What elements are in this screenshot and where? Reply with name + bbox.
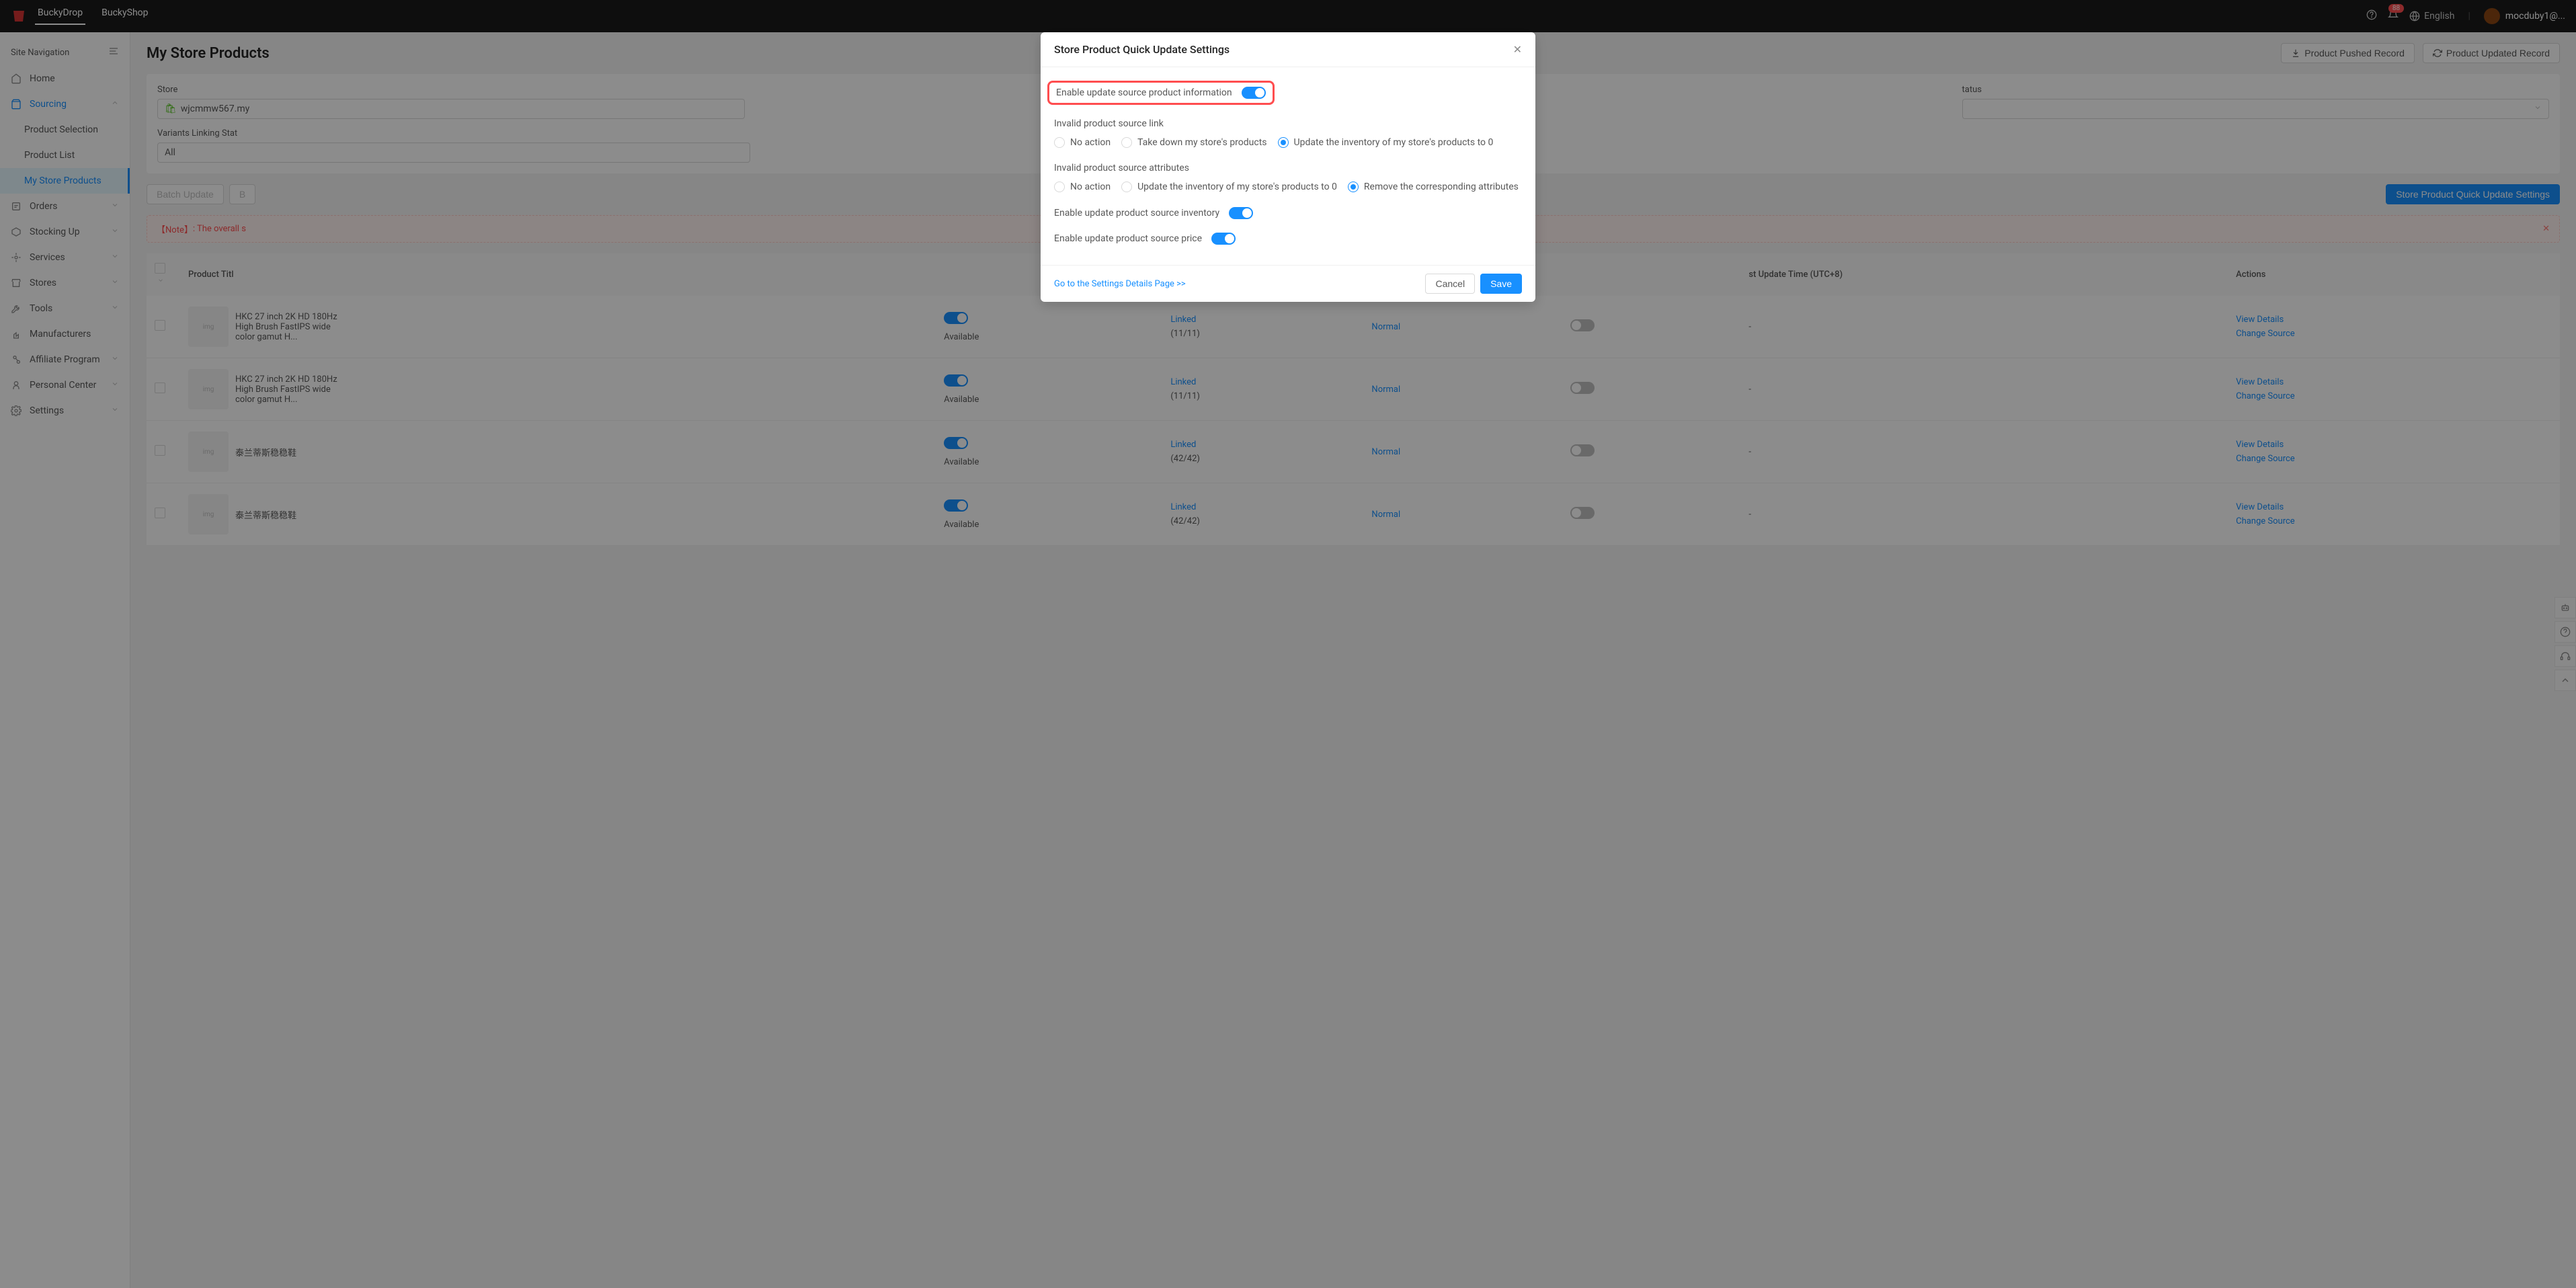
enable-price-toggle[interactable] <box>1211 233 1236 245</box>
invalid-link-label: Invalid product source link <box>1054 118 1522 129</box>
quick-update-modal: Store Product Quick Update Settings ✕ En… <box>1041 32 1535 302</box>
radio-attr-updatezero[interactable]: Update the inventory of my store's produ… <box>1121 182 1337 192</box>
details-link[interactable]: Go to the Settings Details Page >> <box>1054 279 1186 289</box>
radio-link-takedown[interactable]: Take down my store's products <box>1121 137 1266 148</box>
enable-info-label: Enable update source product information <box>1056 87 1232 98</box>
enable-price-label: Enable update product source price <box>1054 233 1202 244</box>
radio-link-noaction[interactable]: No action <box>1054 137 1111 148</box>
radio-attr-remove[interactable]: Remove the corresponding attributes <box>1348 182 1519 192</box>
cancel-button[interactable]: Cancel <box>1425 274 1475 294</box>
modal-overlay[interactable]: Store Product Quick Update Settings ✕ En… <box>0 0 2576 1288</box>
modal-title: Store Product Quick Update Settings <box>1054 43 1230 56</box>
radio-attr-noaction[interactable]: No action <box>1054 182 1111 192</box>
invalid-attr-label: Invalid product source attributes <box>1054 163 1522 173</box>
close-icon[interactable]: ✕ <box>1513 43 1522 56</box>
enable-inventory-label: Enable update product source inventory <box>1054 208 1219 218</box>
enable-info-highlight: Enable update source product information <box>1047 81 1275 105</box>
radio-link-updatezero[interactable]: Update the inventory of my store's produ… <box>1278 137 1494 148</box>
enable-info-toggle[interactable] <box>1242 87 1266 99</box>
save-button[interactable]: Save <box>1480 274 1522 294</box>
enable-inventory-toggle[interactable] <box>1229 207 1253 219</box>
